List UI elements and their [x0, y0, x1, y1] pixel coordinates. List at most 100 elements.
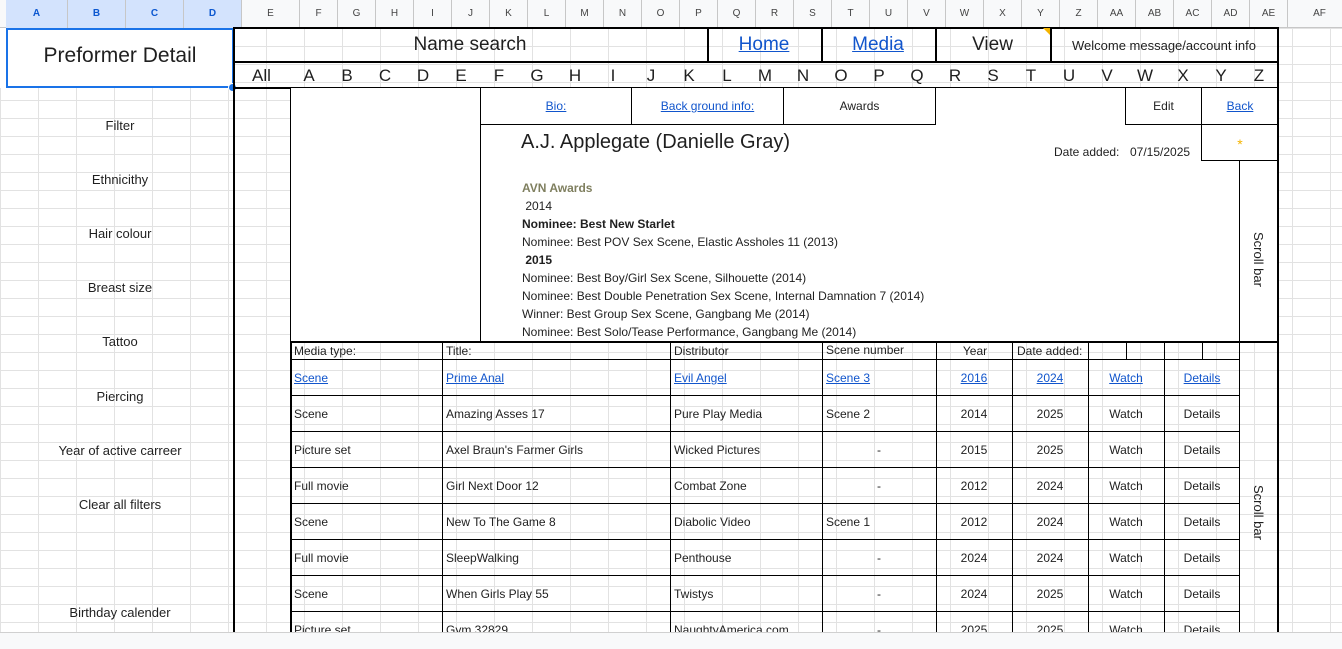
- column-header-q[interactable]: Q: [718, 0, 756, 28]
- awards-tab[interactable]: Awards: [784, 99, 935, 113]
- column-header-s[interactable]: S: [794, 0, 832, 28]
- column-header-f[interactable]: F: [300, 0, 338, 28]
- column-header-y[interactable]: Y: [1022, 0, 1060, 28]
- letter-filter-v[interactable]: V: [1088, 64, 1126, 88]
- column-header-af[interactable]: AF: [1288, 0, 1342, 28]
- edit-button[interactable]: Edit: [1126, 99, 1201, 113]
- letter-filter-t[interactable]: T: [1012, 64, 1050, 88]
- column-header-ae[interactable]: AE: [1250, 0, 1288, 28]
- letter-filter-i[interactable]: I: [594, 64, 632, 88]
- letter-filter-k[interactable]: K: [670, 64, 708, 88]
- watch-button[interactable]: Watch: [1088, 369, 1164, 387]
- sidebar-ethnicity[interactable]: Ethnicithy: [6, 172, 234, 187]
- column-header-b[interactable]: B: [68, 0, 126, 28]
- letter-filter-g[interactable]: G: [518, 64, 556, 88]
- watch-button[interactable]: Watch: [1088, 441, 1164, 459]
- media-link[interactable]: Media: [821, 34, 935, 56]
- letter-filter-z[interactable]: Z: [1240, 64, 1278, 88]
- details-button[interactable]: Details: [1164, 585, 1240, 603]
- column-header-m[interactable]: M: [566, 0, 604, 28]
- letter-filter-all[interactable]: All: [233, 64, 290, 88]
- letter-filter-h[interactable]: H: [556, 64, 594, 88]
- column-header-h[interactable]: H: [376, 0, 414, 28]
- letter-filter-d[interactable]: D: [404, 64, 442, 88]
- background-info-tab[interactable]: Back ground info:: [632, 99, 783, 113]
- letter-filter-w[interactable]: W: [1126, 64, 1164, 88]
- details-button[interactable]: Details: [1164, 405, 1240, 423]
- row-year[interactable]: 2016: [936, 369, 1012, 387]
- letter-filter-e[interactable]: E: [442, 64, 480, 88]
- watch-button[interactable]: Watch: [1088, 513, 1164, 531]
- letter-filter-a[interactable]: A: [290, 64, 328, 88]
- letter-filter-u[interactable]: U: [1050, 64, 1088, 88]
- column-header-ad[interactable]: AD: [1212, 0, 1250, 28]
- column-header-l[interactable]: L: [528, 0, 566, 28]
- details-button[interactable]: Details: [1164, 369, 1240, 387]
- watch-button[interactable]: Watch: [1088, 585, 1164, 603]
- sidebar-birthday-calendar[interactable]: Birthday calender: [6, 605, 234, 620]
- letter-filter-f[interactable]: F: [480, 64, 518, 88]
- details-button[interactable]: Details: [1164, 441, 1240, 459]
- column-header-o[interactable]: O: [642, 0, 680, 28]
- details-button[interactable]: Details: [1164, 513, 1240, 531]
- column-header-e[interactable]: E: [242, 0, 300, 28]
- column-header-ac[interactable]: AC: [1174, 0, 1212, 28]
- awards-scroll-bar[interactable]: Scroll bar: [1251, 232, 1266, 287]
- letter-filter-s[interactable]: S: [974, 64, 1012, 88]
- column-header-n[interactable]: N: [604, 0, 642, 28]
- bio-tab[interactable]: Bio:: [481, 99, 631, 113]
- letter-filter-n[interactable]: N: [784, 64, 822, 88]
- column-header-c[interactable]: C: [126, 0, 184, 28]
- letter-filter-y[interactable]: Y: [1202, 64, 1240, 88]
- column-header-z[interactable]: Z: [1060, 0, 1098, 28]
- column-header-aa[interactable]: AA: [1098, 0, 1136, 28]
- favorite-star-icon[interactable]: *: [1202, 136, 1278, 152]
- column-header-v[interactable]: V: [908, 0, 946, 28]
- row-title[interactable]: Prime Anal: [446, 369, 504, 387]
- letter-filter-x[interactable]: X: [1164, 64, 1202, 88]
- column-header-i[interactable]: I: [414, 0, 452, 28]
- column-header-w[interactable]: W: [946, 0, 984, 28]
- letter-filter-q[interactable]: Q: [898, 64, 936, 88]
- home-link[interactable]: Home: [707, 34, 821, 56]
- column-header-p[interactable]: P: [680, 0, 718, 28]
- details-button[interactable]: Details: [1164, 477, 1240, 495]
- column-header-ab[interactable]: AB: [1136, 0, 1174, 28]
- back-link[interactable]: Back: [1202, 99, 1278, 113]
- letter-filter-p[interactable]: P: [860, 64, 898, 88]
- column-header-d[interactable]: D: [184, 0, 242, 28]
- letter-filter-l[interactable]: L: [708, 64, 746, 88]
- column-header-x[interactable]: X: [984, 0, 1022, 28]
- letter-filter-o[interactable]: O: [822, 64, 860, 88]
- row-date-added[interactable]: 2024: [1012, 369, 1088, 387]
- letter-filter-m[interactable]: M: [746, 64, 784, 88]
- watch-button[interactable]: Watch: [1088, 405, 1164, 423]
- row-distributor[interactable]: Evil Angel: [674, 369, 727, 387]
- sidebar-clear-filters[interactable]: Clear all filters: [6, 497, 234, 512]
- column-header-j[interactable]: J: [452, 0, 490, 28]
- row-scene-number[interactable]: Scene 3: [826, 369, 870, 387]
- column-header-k[interactable]: K: [490, 0, 528, 28]
- sidebar-breast-size[interactable]: Breast size: [6, 280, 234, 295]
- watch-button[interactable]: Watch: [1088, 477, 1164, 495]
- name-search-button[interactable]: Name search: [233, 34, 707, 56]
- letter-filter-j[interactable]: J: [632, 64, 670, 88]
- column-header-u[interactable]: U: [870, 0, 908, 28]
- letter-filter-c[interactable]: C: [366, 64, 404, 88]
- row-media-type[interactable]: Scene: [294, 369, 328, 387]
- table-scroll-bar[interactable]: Scroll bar: [1251, 485, 1266, 540]
- sidebar-tattoo[interactable]: Tattoo: [6, 334, 234, 349]
- column-header-a[interactable]: A: [6, 0, 68, 28]
- letter-filter-b[interactable]: B: [328, 64, 366, 88]
- column-header-r[interactable]: R: [756, 0, 794, 28]
- watch-button[interactable]: Watch: [1088, 549, 1164, 567]
- column-header-g[interactable]: G: [338, 0, 376, 28]
- details-button[interactable]: Details: [1164, 549, 1240, 567]
- sidebar-piercing[interactable]: Piercing: [6, 389, 234, 404]
- view-button[interactable]: View: [935, 34, 1050, 56]
- column-header-t[interactable]: T: [832, 0, 870, 28]
- letter-filter-r[interactable]: R: [936, 64, 974, 88]
- sidebar-year-active[interactable]: Year of active carreer: [6, 443, 234, 458]
- sidebar-filter[interactable]: Filter: [6, 118, 234, 133]
- sidebar-hair-colour[interactable]: Hair colour: [6, 226, 234, 241]
